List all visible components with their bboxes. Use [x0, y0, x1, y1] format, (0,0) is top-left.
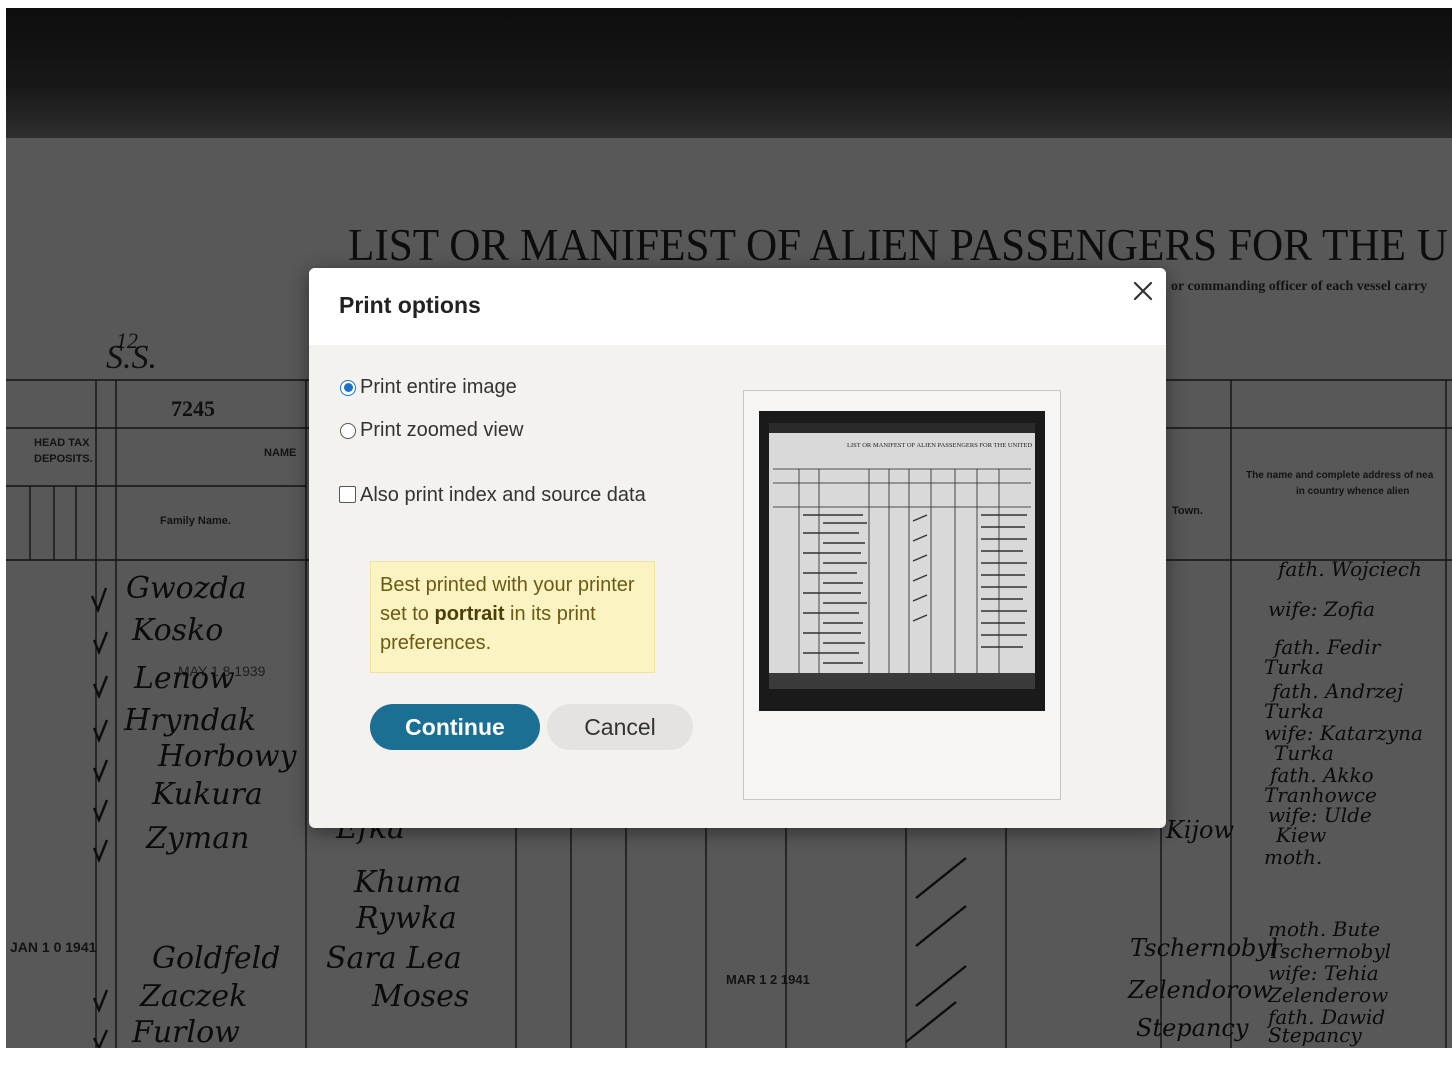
- option-print-index-source[interactable]: Also print index and source data: [339, 482, 659, 508]
- tip-text-bold: portrait: [434, 603, 505, 625]
- option-label: Also print index and source data: [360, 484, 646, 506]
- option-label: Print zoomed view: [360, 419, 524, 441]
- close-button[interactable]: [1128, 276, 1158, 306]
- preview-title: LIST OR MANIFEST OF ALIEN PASSENGERS FOR…: [847, 442, 1032, 449]
- option-print-entire-image[interactable]: Print entire image: [340, 376, 517, 399]
- preview-thumbnail: LIST OR MANIFEST OF ALIEN PASSENGERS FOR…: [759, 411, 1045, 711]
- dialog-header: Print options: [309, 268, 1166, 345]
- portrait-tip: Best printed with your printer set to po…: [370, 561, 655, 673]
- checkbox-print-index-source[interactable]: [339, 486, 356, 503]
- cancel-button[interactable]: Cancel: [547, 704, 693, 750]
- print-preview: LIST OR MANIFEST OF ALIEN PASSENGERS FOR…: [743, 390, 1061, 800]
- option-print-zoomed-view[interactable]: Print zoomed view: [340, 419, 523, 442]
- continue-button[interactable]: Continue: [370, 704, 540, 750]
- close-icon: [1133, 281, 1153, 301]
- radio-print-zoomed-view[interactable]: [340, 422, 356, 439]
- print-options-dialog: Print options Print entire image Print z…: [309, 268, 1166, 828]
- option-label: Print entire image: [360, 376, 517, 398]
- radio-print-entire-image[interactable]: [340, 379, 356, 396]
- dialog-title: Print options: [339, 292, 481, 318]
